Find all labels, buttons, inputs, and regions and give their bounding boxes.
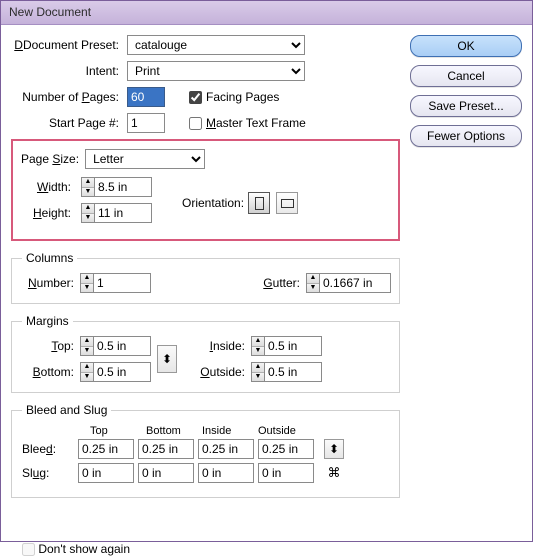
start-page-label: Start Page #:: [11, 116, 127, 130]
bleed-slug-legend: Bleed and Slug: [22, 403, 111, 417]
slug-row-label: Slug:: [20, 466, 78, 480]
titlebar: New Document: [1, 1, 532, 25]
margin-inside-label: Inside:: [191, 339, 251, 353]
orientation-landscape-button[interactable]: [276, 192, 298, 214]
margin-inside-input[interactable]: [264, 336, 322, 356]
columns-number-input[interactable]: [93, 273, 151, 293]
slug-top-input[interactable]: [78, 463, 134, 483]
hdr-outside: Outside: [258, 425, 314, 437]
save-preset-button[interactable]: Save Preset...: [410, 95, 522, 117]
cancel-button[interactable]: Cancel: [410, 65, 522, 87]
margins-link-icon[interactable]: ⬍: [157, 345, 177, 373]
columns-number-spinner[interactable]: ▲▼: [80, 273, 93, 293]
bleed-inside-input[interactable]: [198, 439, 254, 459]
number-of-pages-label: Number of Pages:: [11, 90, 127, 104]
gutter-spinner[interactable]: ▲▼: [306, 273, 319, 293]
dialog-window: New Document DDocument Preset:Document P…: [0, 0, 533, 542]
page-size-label: Page Size:: [21, 152, 79, 166]
columns-legend: Columns: [22, 251, 77, 265]
hdr-inside: Inside: [202, 425, 258, 437]
margin-bottom-input[interactable]: [93, 362, 151, 382]
slug-outside-input[interactable]: [258, 463, 314, 483]
facing-pages-checkbox[interactable]: Facing Pages: [189, 90, 279, 104]
bleed-row-label: Bleed:: [20, 442, 78, 456]
slug-inside-input[interactable]: [198, 463, 254, 483]
document-preset-label: DDocument Preset:Document Preset:: [11, 38, 127, 52]
slug-link-icon[interactable]: ⌘: [324, 463, 344, 483]
margin-bottom-spinner[interactable]: ▲▼: [80, 362, 93, 382]
height-label: Height:: [21, 206, 77, 220]
columns-fieldset: Columns Number: ▲▼ Gutter: ▲▼: [11, 251, 400, 304]
gutter-label: Gutter:: [246, 276, 306, 290]
intent-select[interactable]: Print: [127, 61, 305, 81]
bleed-bottom-input[interactable]: [138, 439, 194, 459]
margin-inside-spinner[interactable]: ▲▼: [251, 336, 264, 356]
margin-outside-spinner[interactable]: ▲▼: [251, 362, 264, 382]
margin-outside-label: Outside:: [191, 365, 251, 379]
margin-top-input[interactable]: [93, 336, 151, 356]
hdr-bottom: Bottom: [146, 425, 202, 437]
orientation-portrait-button[interactable]: [248, 192, 270, 214]
bleed-slug-fieldset: Bleed and Slug Top Bottom Inside Outside…: [11, 403, 400, 498]
margins-legend: Margins: [22, 314, 73, 328]
number-of-pages-input[interactable]: [127, 87, 165, 107]
page-size-section: Page Size: Letter Width: ▲▼: [11, 139, 400, 241]
hdr-top: Top: [90, 425, 146, 437]
dont-show-again-fragment: Don't show again: [0, 542, 533, 556]
columns-number-label: Number:: [20, 276, 80, 290]
margin-bottom-label: Bottom:: [20, 365, 80, 379]
bleed-outside-input[interactable]: [258, 439, 314, 459]
document-preset-select[interactable]: catalouge: [127, 35, 305, 55]
bleed-top-input[interactable]: [78, 439, 134, 459]
bleed-link-icon[interactable]: ⬍: [324, 439, 344, 459]
height-spinner[interactable]: ▲▼: [81, 203, 94, 223]
ok-button[interactable]: OK: [410, 35, 522, 57]
width-spinner[interactable]: ▲▼: [81, 177, 94, 197]
gutter-input[interactable]: [319, 273, 391, 293]
slug-bottom-input[interactable]: [138, 463, 194, 483]
height-input[interactable]: [94, 203, 152, 223]
page-size-select[interactable]: Letter: [85, 149, 205, 169]
window-title: New Document: [9, 5, 91, 19]
width-label: Width:: [21, 180, 77, 194]
margin-top-spinner[interactable]: ▲▼: [80, 336, 93, 356]
intent-label: Intent:: [11, 64, 127, 78]
orientation-label: Orientation:: [182, 196, 244, 210]
master-text-frame-checkbox[interactable]: Master Text Frame: [189, 116, 306, 130]
fewer-options-button[interactable]: Fewer Options: [410, 125, 522, 147]
margin-outside-input[interactable]: [264, 362, 322, 382]
margin-top-label: Top:: [20, 339, 80, 353]
margins-fieldset: Margins Top: ▲▼ Bottom: ▲▼: [11, 314, 400, 393]
width-input[interactable]: [94, 177, 152, 197]
start-page-input[interactable]: [127, 113, 165, 133]
